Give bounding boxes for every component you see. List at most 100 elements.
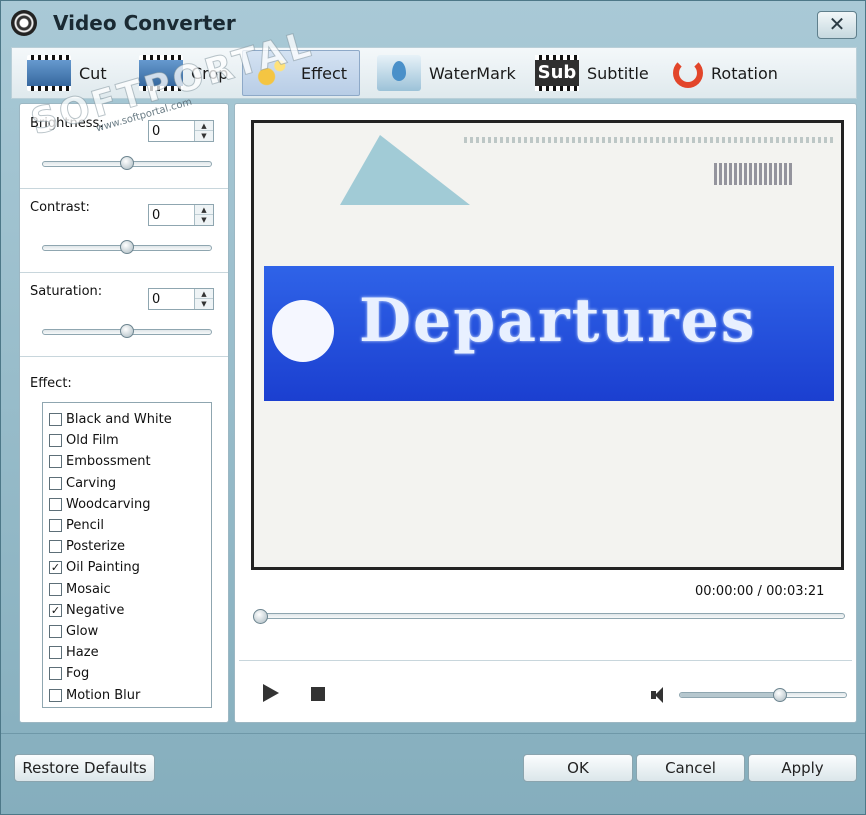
video-graphic [464, 137, 834, 143]
current-time: 00:00:00 [695, 584, 754, 599]
effect-item-label: Old Film [66, 433, 119, 449]
checkbox[interactable] [49, 540, 62, 554]
spin-up-arrow-icon[interactable]: ▲ [195, 121, 213, 131]
video-preview: Departures [251, 120, 844, 570]
spin-down-arrow-icon[interactable]: ▼ [195, 215, 213, 225]
total-time: 00:03:21 [766, 584, 825, 599]
effect-item-label: Posterize [66, 539, 125, 555]
saturation-spinbox[interactable]: 0 ▲ ▼ [148, 288, 214, 310]
checkbox[interactable] [49, 413, 62, 427]
volume-slider[interactable] [679, 692, 847, 698]
effect-item[interactable]: ✓ Negative [43, 600, 211, 621]
effect-item-label: Negative [66, 602, 125, 618]
window-title: Video Converter [53, 11, 236, 35]
checkbox[interactable] [49, 434, 62, 448]
effect-item-label: Fog [66, 666, 90, 682]
effect-item-label: Haze [66, 645, 99, 661]
video-graphic [714, 163, 794, 185]
title-bar: Video Converter ✕ [1, 1, 865, 45]
video-banner: Departures [264, 266, 834, 401]
spin-down-arrow-icon[interactable]: ▼ [195, 299, 213, 309]
checkbox[interactable] [49, 455, 62, 469]
contrast-value: 0 [152, 208, 161, 223]
effect-item[interactable]: Embossment [43, 451, 211, 472]
checkbox[interactable] [49, 519, 62, 533]
effect-item-label: Embossment [66, 454, 151, 470]
effect-item[interactable]: Black and White [43, 409, 211, 430]
effect-item[interactable]: Glow [43, 621, 211, 642]
checkbox[interactable] [49, 476, 62, 490]
effect-icon [249, 55, 293, 91]
saturation-label: Saturation: [30, 284, 103, 299]
stop-icon[interactable] [311, 687, 325, 701]
effect-item[interactable]: Old Film [43, 430, 211, 451]
tab-crop[interactable]: Crop [132, 50, 242, 96]
effect-item[interactable]: Motion Blur [43, 684, 211, 705]
cancel-button[interactable]: Cancel [636, 754, 745, 782]
contrast-slider-thumb[interactable] [120, 240, 134, 254]
tab-rotation-label: Rotation [711, 63, 778, 83]
checkbox[interactable] [49, 497, 62, 511]
volume-fill [680, 693, 780, 697]
globe-logo-icon [272, 300, 334, 362]
checkbox[interactable] [49, 582, 62, 596]
effect-label: Effect: [30, 376, 72, 391]
film-cut-icon [27, 55, 71, 91]
tool-tabs: Cut Crop Effect WaterMark Sub Subtitle R… [11, 47, 857, 99]
brightness-slider-thumb[interactable] [120, 156, 134, 170]
checkbox[interactable] [49, 667, 62, 681]
tab-rotation[interactable]: Rotation [662, 50, 782, 96]
restore-defaults-button[interactable]: Restore Defaults [14, 754, 155, 782]
tab-crop-label: Crop [191, 63, 229, 83]
spin-down-arrow-icon[interactable]: ▼ [195, 131, 213, 141]
checkbox[interactable]: ✓ [49, 561, 62, 575]
tab-watermark[interactable]: WaterMark [370, 50, 520, 96]
effect-item[interactable]: Posterize [43, 536, 211, 557]
effect-item-label: Woodcarving [66, 496, 151, 512]
tab-effect[interactable]: Effect [242, 50, 360, 96]
saturation-slider-thumb[interactable] [120, 324, 134, 338]
apply-button[interactable]: Apply [748, 754, 857, 782]
tab-cut-label: Cut [79, 63, 107, 83]
tab-subtitle[interactable]: Sub Subtitle [528, 50, 658, 96]
preview-panel: Departures 00:00:00 / 00:03:21 [234, 103, 857, 723]
effect-item[interactable]: ✓ Oil Painting [43, 557, 211, 578]
spin-up-arrow-icon[interactable]: ▲ [195, 289, 213, 299]
subtitle-icon: Sub [535, 55, 579, 91]
tab-cut[interactable]: Cut [20, 50, 132, 96]
ok-button[interactable]: OK [523, 754, 633, 782]
effect-item[interactable]: Pencil [43, 515, 211, 536]
tab-effect-label: Effect [301, 63, 348, 83]
video-graphic [340, 135, 470, 205]
effect-item[interactable]: Mosaic [43, 579, 211, 600]
effect-item[interactable]: Carving [43, 473, 211, 494]
checkbox[interactable] [49, 688, 62, 702]
checkbox[interactable] [49, 646, 62, 660]
spin-up-arrow-icon[interactable]: ▲ [195, 205, 213, 215]
seek-thumb[interactable] [253, 609, 268, 624]
divider [1, 733, 865, 734]
volume-slider-thumb[interactable] [772, 688, 787, 702]
crop-icon [139, 55, 183, 91]
contrast-group: Contrast: 0 ▲ ▼ [20, 188, 228, 273]
video-banner-text: Departures [359, 286, 757, 356]
brightness-spinbox[interactable]: 0 ▲ ▼ [148, 120, 214, 142]
contrast-label: Contrast: [30, 200, 90, 215]
seek-bar[interactable] [255, 613, 845, 619]
contrast-spinbox[interactable]: 0 ▲ ▼ [148, 204, 214, 226]
effect-item-label: Black and White [66, 412, 172, 428]
volume-icon[interactable] [651, 687, 669, 703]
close-button[interactable]: ✕ [817, 11, 857, 39]
rotation-icon [673, 58, 703, 88]
effect-item[interactable]: Haze [43, 642, 211, 663]
time-separator: / [757, 584, 762, 599]
brightness-value: 0 [152, 124, 161, 139]
effect-item[interactable]: Fog [43, 663, 211, 684]
checkbox[interactable]: ✓ [49, 603, 62, 617]
effect-item[interactable]: Woodcarving [43, 494, 211, 515]
checkbox[interactable] [49, 624, 62, 638]
effect-item-label: Motion Blur [66, 687, 141, 703]
play-icon[interactable] [263, 684, 279, 702]
watermark-icon [377, 55, 421, 91]
divider [239, 660, 852, 661]
